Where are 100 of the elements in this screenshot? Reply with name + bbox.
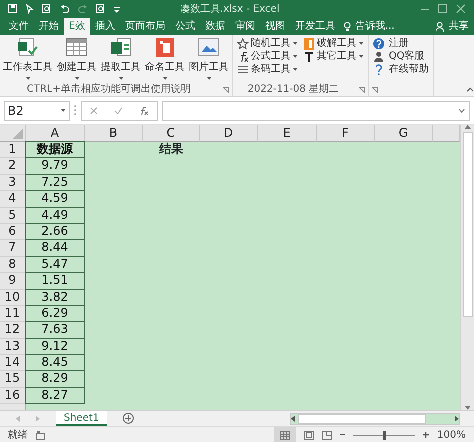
print-preview-icon[interactable] [96, 4, 106, 14]
row-header[interactable]: 10 [0, 290, 26, 306]
grid-icon [280, 430, 290, 440]
person-icon [436, 22, 445, 32]
scroll-left-icon[interactable] [291, 416, 295, 422]
caret-icon [293, 42, 298, 45]
table-cell: 6.29 [25, 304, 85, 322]
undo-icon[interactable] [60, 4, 70, 14]
dialog-launcher-icon[interactable] [372, 86, 378, 92]
table-cell: 8.29 [25, 370, 85, 388]
ribbon-button[interactable]: 创建工具 [57, 37, 97, 83]
customize-icon[interactable] [114, 5, 120, 13]
ribbon-button[interactable]: 提取工具 [101, 37, 141, 83]
zoom-slider-thumb[interactable] [382, 430, 386, 440]
row-header[interactable]: 1 [0, 142, 26, 158]
cancel-icon[interactable] [90, 106, 98, 114]
caret-icon [359, 42, 364, 45]
print-preview-icon[interactable] [42, 4, 52, 14]
table-cell-text: 结果 [158, 142, 184, 158]
ribbon-button[interactable]: 图片工具 [189, 37, 229, 83]
row-header[interactable]: 6 [0, 224, 26, 240]
help-icon [373, 38, 385, 50]
ribbon-tab[interactable]: 开始 [34, 18, 64, 35]
ribbon-tab[interactable]: 开发工具 [290, 18, 340, 35]
zoom-level[interactable]: 100% [437, 428, 474, 442]
caret-icon [74, 77, 80, 80]
save-icon[interactable] [8, 4, 18, 14]
ribbon-tab[interactable]: 插入 [90, 18, 120, 35]
ribbon-tab[interactable]: E效 [64, 18, 90, 35]
column-header[interactable]: A [26, 125, 85, 142]
caret-icon [293, 55, 298, 58]
page-layout-icon[interactable] [304, 430, 314, 440]
dialog-launcher-icon[interactable] [223, 86, 229, 92]
scroll-thumb[interactable] [462, 132, 472, 317]
scroll-right-icon[interactable] [455, 416, 459, 422]
sheet-tab[interactable]: Sheet1 [56, 411, 108, 426]
row-header[interactable]: 14 [0, 355, 26, 372]
ribbon-tab[interactable]: 公式 [170, 18, 200, 35]
table-cell: 5.47 [25, 256, 85, 274]
column-header[interactable]: E [258, 125, 317, 142]
ribbon-tab[interactable]: 页面布局 [120, 18, 170, 35]
row-header[interactable]: 9 [0, 273, 26, 290]
ribbon-button[interactable]: 破解工具 [302, 37, 365, 50]
zoom-in-icon[interactable] [423, 432, 430, 438]
row-header[interactable]: 8 [0, 256, 26, 274]
row-header[interactable]: 15 [0, 371, 26, 388]
ribbon-button[interactable]: 条码工具 [236, 63, 299, 76]
row-header[interactable]: 11 [0, 306, 26, 322]
page-break-icon[interactable] [322, 430, 332, 440]
ribbon-button[interactable]: 公式工具 [236, 50, 299, 63]
ribbon-tab[interactable]: 数据 [200, 18, 230, 35]
vertical-scrollbar[interactable] [460, 125, 474, 410]
ribbon-link[interactable]: QQ客服 [372, 50, 430, 63]
table-cell: 3.82 [25, 288, 85, 306]
ribbon-link[interactable]: 在线帮助 [372, 63, 430, 76]
row-header[interactable]: 5 [0, 208, 26, 224]
collapse-ribbon-icon[interactable] [467, 87, 474, 92]
ribbon-tab[interactable]: 审阅 [230, 18, 260, 35]
expand-icon[interactable] [459, 108, 465, 112]
formula-input[interactable] [162, 100, 470, 120]
dialog-launcher-icon[interactable] [359, 86, 365, 92]
row-header[interactable]: 3 [0, 174, 26, 192]
grip-icon [74, 105, 77, 116]
ribbon-link[interactable]: 注册 [372, 37, 430, 50]
row-header[interactable]: 12 [0, 322, 26, 339]
normal-view-button[interactable] [274, 427, 296, 442]
enter-icon[interactable] [114, 106, 123, 114]
person-icon [373, 50, 385, 62]
column-header[interactable]: C [143, 125, 200, 142]
ribbon-button[interactable]: 命名工具 [145, 37, 185, 83]
table-cell: 9.12 [25, 338, 85, 356]
table-cell: 4.59 [25, 190, 85, 208]
ribbon-tab[interactable]: 文件 [4, 18, 34, 35]
ribbon-button[interactable]: 随机工具 [236, 37, 299, 50]
column-header[interactable]: G [375, 125, 433, 142]
scroll-thumb[interactable] [298, 414, 426, 424]
function-icon[interactable] [139, 106, 149, 116]
ribbon-button[interactable]: 工作表工具 [3, 37, 53, 83]
add-sheet-icon[interactable] [123, 413, 134, 424]
row-header[interactable]: 13 [0, 338, 26, 356]
tell-me-field[interactable]: 告诉我... [355, 19, 395, 34]
redo-icon[interactable] [78, 4, 88, 14]
maximize-icon[interactable] [438, 4, 448, 14]
row-header[interactable]: 7 [0, 240, 26, 257]
lightbulb-icon[interactable] [344, 22, 352, 32]
column-header[interactable]: B [85, 125, 143, 142]
horizontal-scrollbar[interactable] [290, 412, 460, 424]
row-header[interactable]: 2 [0, 158, 26, 175]
column-header[interactable]: F [317, 125, 375, 142]
column-header[interactable]: D [200, 125, 258, 142]
lines-icon [237, 64, 249, 76]
ribbon-button[interactable]: 其它工具 [302, 50, 365, 63]
ribbon-tab[interactable]: 视图 [260, 18, 290, 35]
close-icon[interactable] [456, 4, 466, 14]
table-cell: 7.63 [25, 321, 85, 339]
share-button[interactable]: 共享 [431, 18, 474, 35]
row-header[interactable]: 4 [0, 191, 26, 208]
name-box[interactable]: B2 [4, 100, 70, 120]
row-header[interactable]: 16 [0, 388, 26, 404]
cursor-icon[interactable] [26, 4, 34, 14]
